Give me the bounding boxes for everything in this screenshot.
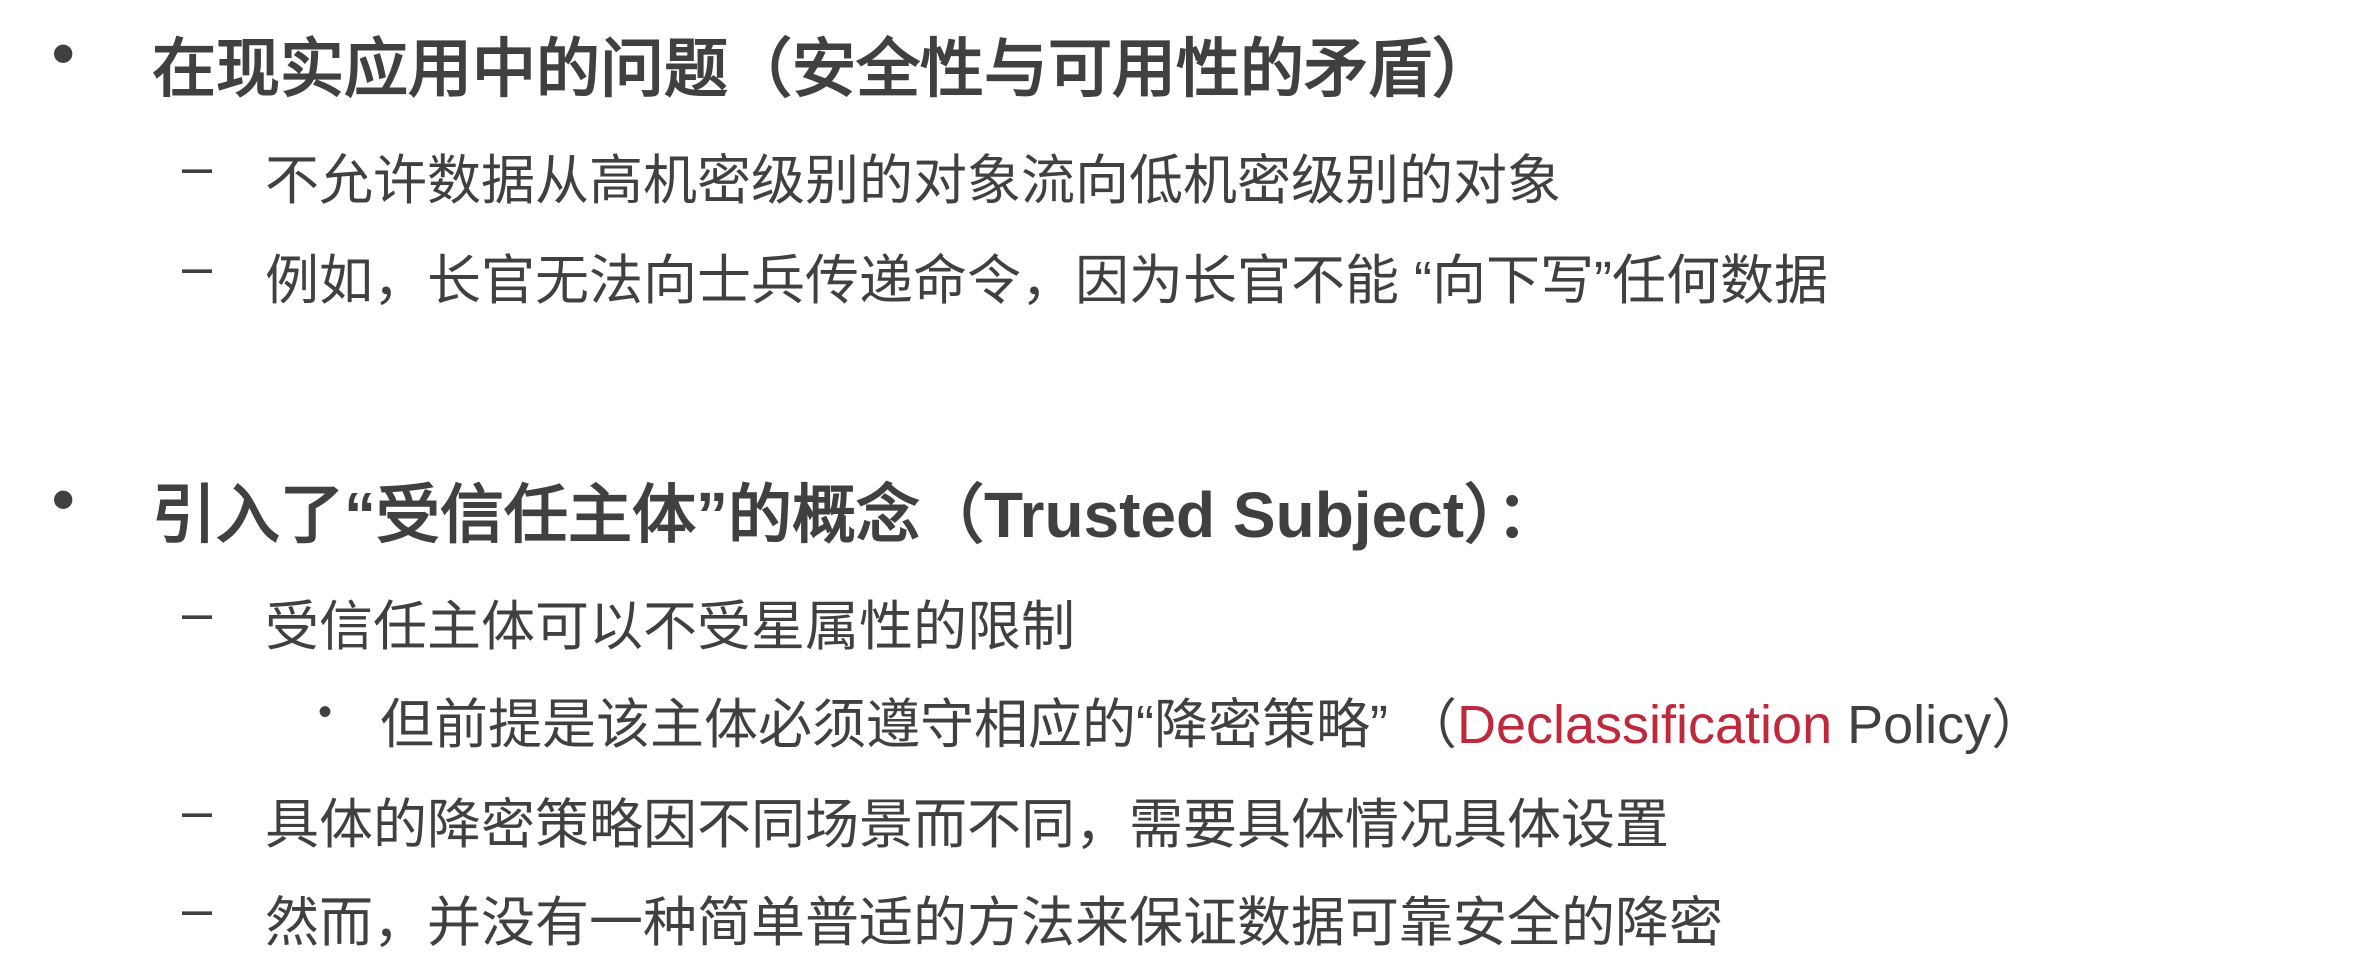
section1-item-1-text: 不允许数据从高机密级别的对象流向低机密级别的对象 [265, 151, 1561, 211]
section2-subitem-text: 但前提是该主体必须遵守相应的“降密策略” （Declassification P… [380, 680, 2045, 759]
dash-icon: – [182, 879, 213, 939]
bullet-icon: • [52, 17, 75, 89]
dash-icon: – [182, 137, 213, 197]
bullet-icon: • [52, 463, 75, 535]
dash-icon: – [182, 237, 213, 297]
section1-item-2-text: 例如，长官无法向士兵传递命令，因为长官不能 “向下写”任何数据 [265, 251, 1828, 311]
section2-item-1-text: 受信任主体可以不受星属性的限制 [265, 597, 1075, 657]
subitem-text-before: 但前提是该主体必须遵守相应的“降密策略” （ [380, 695, 1457, 755]
dash-icon: – [182, 781, 213, 841]
subitem-text-after: Policy） [1832, 695, 2046, 755]
sub-bullet-icon: • [318, 690, 333, 734]
dash-icon: – [182, 583, 213, 643]
section1-title: 在现实应用中的问题（安全性与可用性的矛盾） [152, 33, 1496, 105]
section2-title: 引入了“受信任主体”的概念（Trusted Subject）： [152, 479, 1561, 551]
section2-item-2-text: 具体的降密策略因不同场景而不同，需要具体情况具体设置 [265, 795, 1669, 855]
declassification-highlight: Declassification [1456, 695, 1833, 755]
section2-item-3-text: 然而，并没有一种简单普适的方法来保证数据可靠安全的降密 [265, 893, 1723, 953]
